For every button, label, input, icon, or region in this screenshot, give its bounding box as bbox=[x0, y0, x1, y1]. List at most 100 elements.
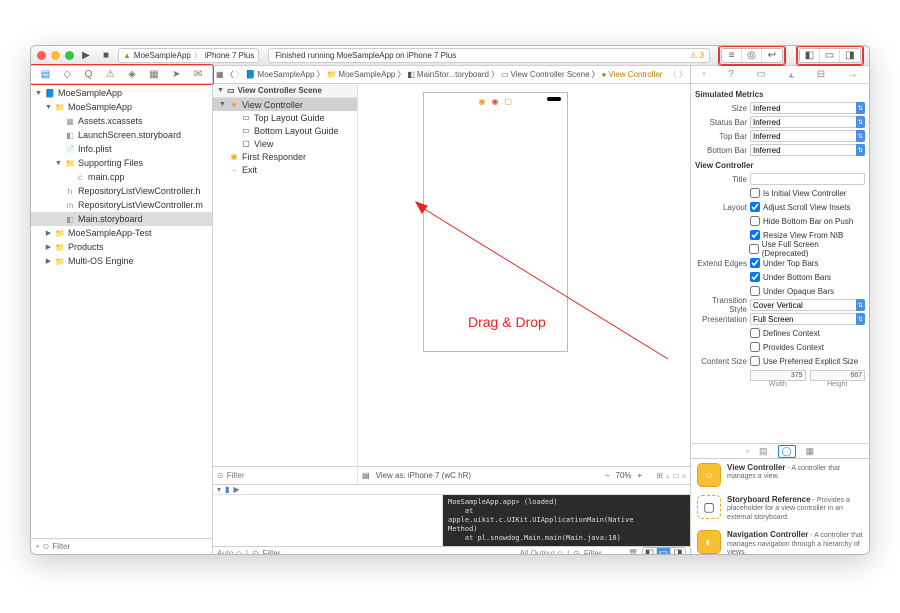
outline-row[interactable]: ▢View bbox=[213, 137, 357, 150]
editor-mode-segmented[interactable]: ≡◎↩ bbox=[719, 46, 785, 65]
close-icon[interactable] bbox=[37, 51, 46, 60]
tree-row[interactable]: cmain.cpp bbox=[31, 170, 212, 184]
inspector-tabs[interactable]: ▫ ? ▭ ⫠ ⊟ → bbox=[691, 66, 869, 83]
under-top-checkbox[interactable] bbox=[750, 258, 760, 268]
height-field[interactable] bbox=[810, 370, 866, 381]
tree-row[interactable]: ▶📁Multi-OS Engine bbox=[31, 254, 212, 268]
file-inspector-icon: ▫ bbox=[702, 69, 706, 80]
run-button[interactable]: ▶ bbox=[78, 49, 94, 63]
size-select[interactable] bbox=[750, 102, 857, 114]
filter-icon[interactable]: ⊙ bbox=[252, 549, 259, 555]
library-item[interactable]: ▢Storyboard Reference - Provides a place… bbox=[691, 491, 869, 526]
storyboard-canvas[interactable]: ◉◉▢ Drag & Drop bbox=[358, 84, 690, 466]
initial-vc-checkbox[interactable] bbox=[750, 188, 760, 198]
filter-icon[interactable]: ⊙ bbox=[573, 549, 580, 555]
add-icon[interactable]: + bbox=[35, 542, 40, 551]
console-filter[interactable] bbox=[584, 549, 624, 555]
filter-icon[interactable]: ⊙ bbox=[43, 542, 50, 551]
variables-filter[interactable] bbox=[263, 549, 303, 555]
library-tabs[interactable]: ▫▤◯▦ bbox=[691, 443, 869, 459]
tree-row[interactable]: ▶📁MoeSampleApp-Test bbox=[31, 226, 212, 240]
continue-icon[interactable]: ▶ bbox=[233, 485, 239, 494]
tree-row[interactable]: mRepositoryListViewController.m bbox=[31, 198, 212, 212]
breakpoint-navigator-icon: ➤ bbox=[172, 69, 180, 80]
titlebar: ▶ ■ ▲ MoeSampleApp〉 iPhone 7 Plus Finish… bbox=[31, 46, 869, 66]
outline-row[interactable]: ▼●View Controller bbox=[213, 98, 357, 111]
tree-row[interactable]: ▼📁MoeSampleApp bbox=[31, 100, 212, 114]
outline-row[interactable]: ▭Bottom Layout Guide bbox=[213, 124, 357, 137]
statusbar-select[interactable] bbox=[750, 116, 857, 128]
status-bar-icon bbox=[547, 97, 561, 101]
title-field[interactable] bbox=[750, 173, 865, 185]
warning-badge[interactable]: ⚠ 3 bbox=[690, 51, 704, 60]
clear-icon[interactable]: 🗑 bbox=[628, 549, 638, 555]
object-library[interactable]: ○View Controller - A controller that man… bbox=[691, 459, 869, 554]
breakpoints-icon[interactable]: ▮ bbox=[225, 485, 229, 494]
zoom-level[interactable]: 70% bbox=[616, 471, 632, 480]
provides-context-checkbox[interactable] bbox=[750, 342, 760, 352]
scheme-selector[interactable]: ▲ MoeSampleApp〉 iPhone 7 Plus bbox=[118, 48, 259, 63]
tree-row[interactable]: ▼📁Supporting Files bbox=[31, 156, 212, 170]
topbar-select[interactable] bbox=[750, 130, 857, 142]
debug-toolbar: ▾ ▮ ▶ bbox=[213, 485, 690, 495]
section-view-controller: View Controller bbox=[695, 161, 865, 170]
explicit-size-checkbox[interactable] bbox=[750, 356, 760, 366]
console-output[interactable]: MoeSampleApp.app> (loaded) at apple.uiki… bbox=[443, 495, 690, 546]
tree-row[interactable]: ▶📁Products bbox=[31, 240, 212, 254]
transition-select[interactable] bbox=[750, 299, 857, 311]
auto-selector[interactable]: Auto ◇ bbox=[217, 549, 242, 555]
symbol-navigator-icon: ◇ bbox=[64, 69, 72, 80]
adjust-scroll-checkbox[interactable] bbox=[750, 202, 760, 212]
navigator-filter[interactable] bbox=[52, 542, 208, 551]
report-navigator-icon: ✉ bbox=[194, 69, 202, 80]
library-item[interactable]: ◐Navigation Controller - A controller th… bbox=[691, 526, 869, 554]
outline-row[interactable]: ▭Top Layout Guide bbox=[213, 111, 357, 124]
tree-row[interactable]: ◧Main.storyboard bbox=[31, 212, 212, 226]
inspector-panel: Simulated Metrics Size⇅ Status Bar⇅ Top … bbox=[691, 84, 869, 554]
stop-button[interactable]: ■ bbox=[98, 49, 114, 63]
variables-view[interactable] bbox=[213, 495, 443, 546]
hide-bottom-checkbox[interactable] bbox=[750, 216, 760, 226]
minimize-icon[interactable] bbox=[51, 51, 60, 60]
resize-nib-checkbox[interactable] bbox=[750, 230, 760, 240]
under-bottom-checkbox[interactable] bbox=[750, 272, 760, 282]
tree-row[interactable]: ▼📘MoeSampleApp bbox=[31, 86, 212, 100]
toolbar-secondary: ▤ ◇ Q ⚠ ◈ ▦ ➤ ✉ ▦ 〈 〉 📘 MoeSampleApp〉 📁 … bbox=[31, 66, 869, 84]
main-body: ▼📘MoeSampleApp▼📁MoeSampleApp▦Assets.xcas… bbox=[31, 84, 869, 554]
outline-filter[interactable] bbox=[227, 471, 353, 480]
filter-icon[interactable]: ⊙ bbox=[217, 471, 224, 480]
outline-row[interactable]: ◉First Responder bbox=[213, 150, 357, 163]
related-icon: ▦ bbox=[216, 70, 224, 79]
outline-row[interactable]: →Exit bbox=[213, 163, 357, 176]
defines-context-checkbox[interactable] bbox=[750, 328, 760, 338]
output-selector[interactable]: All Output ◇ bbox=[520, 549, 564, 555]
activity-status: Finished running MoeSampleApp on iPhone … bbox=[268, 48, 710, 63]
traffic-lights bbox=[37, 51, 74, 60]
fullscreen-checkbox[interactable] bbox=[749, 244, 759, 254]
zoom-in-icon[interactable]: + bbox=[638, 471, 643, 480]
tree-row[interactable]: ▦Assets.xcassets bbox=[31, 114, 212, 128]
section-simulated-metrics: Simulated Metrics bbox=[695, 90, 865, 99]
canvas-footer: ▤ View as: iPhone 7 (wC hR) − 70% + ⊞ ⫠ … bbox=[358, 466, 690, 484]
bottombar-select[interactable] bbox=[750, 144, 857, 156]
toggle-outline-icon[interactable]: ▤ bbox=[362, 471, 370, 480]
width-field[interactable] bbox=[750, 370, 806, 381]
zoom-icon[interactable] bbox=[65, 51, 74, 60]
view-as-label[interactable]: View as: iPhone 7 (wC hR) bbox=[376, 471, 471, 480]
presentation-select[interactable] bbox=[750, 313, 857, 325]
hide-debug-icon[interactable]: ▾ bbox=[217, 485, 221, 494]
document-outline[interactable]: ▼▭ View Controller Scene ▼●View Controll… bbox=[213, 84, 358, 466]
zoom-out-icon[interactable]: − bbox=[605, 471, 610, 480]
help-inspector-icon: ? bbox=[728, 69, 734, 80]
panel-visibility-segmented[interactable]: ◧▭◨ bbox=[797, 46, 863, 65]
constraint-tools[interactable]: ⊞ ⫠ ▭ ▵ bbox=[656, 471, 686, 481]
under-opaque-checkbox[interactable] bbox=[750, 286, 760, 296]
issue-navigator-icon: ⚠ bbox=[106, 69, 115, 80]
tree-row[interactable]: ◧LaunchScreen.storyboard bbox=[31, 128, 212, 142]
tree-row[interactable]: 📄Info.plist bbox=[31, 142, 212, 156]
navigator-tabs[interactable]: ▤ ◇ Q ⚠ ◈ ▦ ➤ ✉ bbox=[31, 66, 213, 83]
library-item[interactable]: ○View Controller - A controller that man… bbox=[691, 459, 869, 491]
jump-bar[interactable]: ▦ 〈 〉 📘 MoeSampleApp〉 📁 MoeSampleApp〉 ◧ … bbox=[213, 66, 691, 83]
tree-row[interactable]: hRepositoryListViewController.h bbox=[31, 184, 212, 198]
file-tree[interactable]: ▼📘MoeSampleApp▼📁MoeSampleApp▦Assets.xcas… bbox=[31, 84, 212, 538]
